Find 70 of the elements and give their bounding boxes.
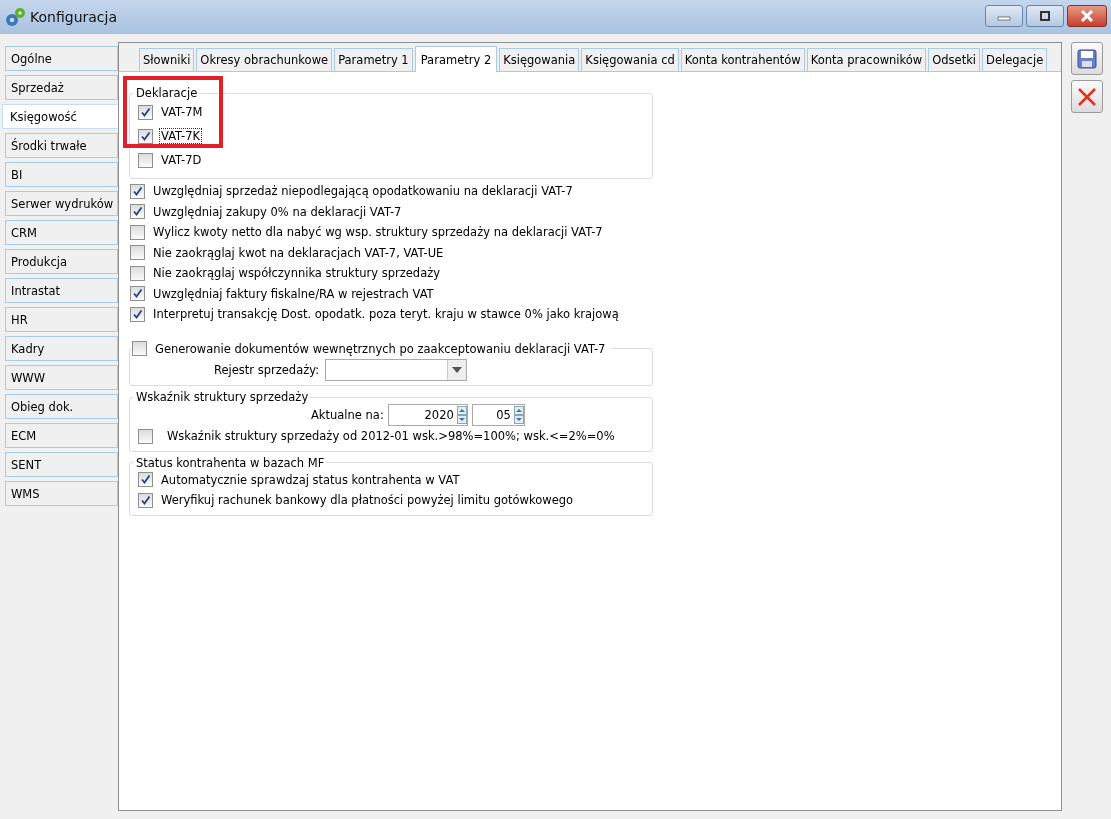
tab[interactable]: Słowniki [139,48,195,71]
checkbox-label: Interpretuj transakcję Dost. opodatk. poza teryt. kraju w stawce 0% jako krajową [152,306,620,323]
field-label: Aktualne na: [311,408,384,422]
checkbox-label: VAT-7K [159,128,203,144]
sidebar-item[interactable]: Produkcja [5,249,118,274]
checkbox[interactable] [130,265,145,281]
save-button[interactable] [1071,42,1103,75]
tab[interactable]: Księgowania [499,48,580,71]
sidebar-item[interactable]: Intrastat [5,278,118,303]
sidebar-item[interactable]: BI [5,162,118,187]
sidebar-item[interactable]: Sprzedaż [5,75,118,100]
checkbox-label: Uwzględniaj faktury fiskalne/RA w rejestrach VAT [152,285,435,302]
tab[interactable]: Konta pracowników [806,48,927,71]
tab[interactable]: Odsetki [928,48,981,71]
sidebar-item[interactable]: HR [5,307,118,332]
gears-icon [4,7,26,27]
checkbox[interactable] [138,128,153,144]
cancel-button[interactable] [1071,80,1103,113]
sidebar-item[interactable]: Księgowość [2,104,118,129]
checkbox-label: Automatycznie sprawdzaj status kontrahenta w VAT [160,471,461,488]
maximize-icon [1038,10,1052,22]
tab[interactable]: Parametry 1 [334,48,413,71]
checkbox[interactable] [130,245,145,261]
year-spinner[interactable]: 2020 [387,404,468,426]
checkbox[interactable] [138,492,153,508]
maximize-button[interactable] [1026,5,1064,27]
sidebar-item[interactable]: Kadry [5,336,118,361]
field-label: Rejestr sprzedaży: [214,363,320,377]
tab[interactable]: Delegacje [982,48,1048,71]
close-icon [1080,10,1094,22]
checkbox-label: Wskaźnik struktury sprzedaży od 2012-01 wsk.>98%=100%; wsk.<=2%=0% [166,428,616,445]
checkbox[interactable] [138,472,153,488]
cross-icon [1077,86,1097,107]
checkbox-label: VAT-7M [160,104,204,120]
checkbox-label: Generowanie dokumentów wewnętrznych po zaakceptowaniu deklaracji VAT-7 [154,340,607,357]
checkbox-label: Nie zaokrąglaj współczynnika struktury sprzedaży [152,265,442,282]
sidebar-item[interactable]: Środki trwałe [5,133,118,158]
sidebar-item[interactable]: WMS [5,481,118,506]
window-title: Konfiguracja [30,9,118,25]
sidebar-item[interactable]: WWW [5,365,118,390]
group-title: Deklaracje [135,86,199,100]
checkbox-label: VAT-7D [160,152,203,168]
tab[interactable]: Konta kontrahentów [680,48,805,71]
sidebar-item[interactable]: Serwer wydruków [5,191,118,216]
checkbox-label: Uwzględniaj zakupy 0% na deklaracji VAT-7 [152,203,403,220]
checkbox-label: Nie zaokrąglaj kwot na deklaracjach VAT-7, VAT-UE [152,244,445,261]
sidebar-item[interactable]: ECM [5,423,118,448]
group-title: Wskaźnik struktury sprzedaży [135,390,310,404]
checkbox[interactable] [138,428,153,444]
tab[interactable]: Parametry 2 [414,46,498,72]
sidebar-item[interactable]: Ogólne [5,46,118,71]
checkbox-label: Wylicz kwoty netto dla nabyć wg wsp. struktury sprzedaży na deklaracji VAT-7 [152,224,604,241]
checkbox[interactable] [130,306,145,322]
sidebar-item[interactable]: Obieg dok. [5,394,118,419]
tab[interactable]: Okresy obrachunkowe [196,48,333,71]
checkbox[interactable] [138,152,153,168]
checkbox[interactable] [130,286,145,302]
tab[interactable]: Księgowania cd [581,48,679,71]
checkbox-label: Weryfikuj rachunek bankowy dla płatności powyżej limitu gotówkowego [160,492,575,509]
sidebar-item[interactable]: SENT [5,452,118,477]
sidebar-item[interactable]: CRM [5,220,118,245]
group-title: Status kontrahenta w bazach MF [135,455,326,470]
checkbox[interactable] [130,204,145,220]
month-spinner[interactable]: 05 [471,404,525,426]
checkbox[interactable] [130,183,145,199]
checkbox-label: Uwzględniaj sprzedaż niepodlegającą opodatkowaniu na deklaracji VAT-7 [152,183,574,200]
checkbox[interactable] [132,341,147,357]
checkbox[interactable] [138,104,153,120]
checkbox[interactable] [130,224,145,240]
close-button[interactable] [1067,5,1107,27]
